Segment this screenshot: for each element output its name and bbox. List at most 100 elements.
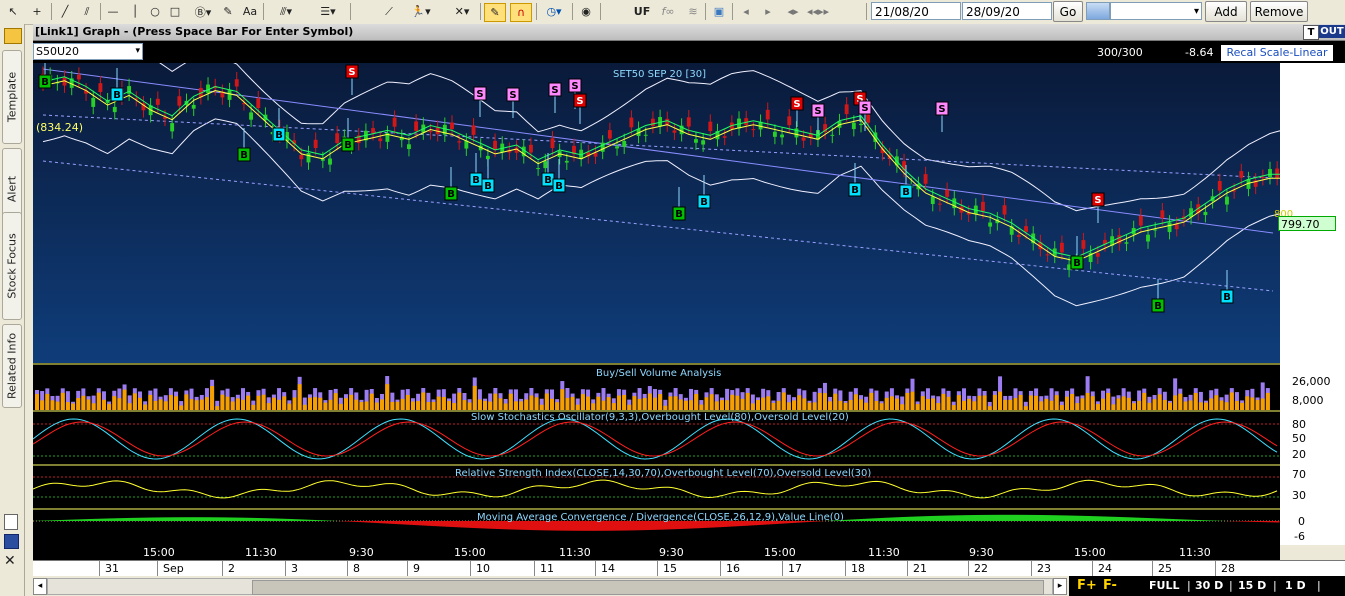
fibonacci-icon[interactable]: ⫻▾	[268, 3, 304, 20]
tab-template[interactable]: Template	[2, 50, 22, 144]
date-separator	[99, 561, 100, 577]
volume-bar-buy	[622, 394, 627, 410]
image-icon[interactable]: ▣	[709, 3, 729, 20]
rectangle-icon[interactable]: □	[166, 3, 184, 20]
out-button[interactable]: OUT	[1319, 25, 1345, 38]
hline-icon[interactable]: —	[104, 3, 122, 20]
time-tick: 11:30	[245, 546, 277, 559]
parallel-icon[interactable]: ⫽	[78, 3, 96, 20]
sell-signal-label: S	[476, 89, 483, 100]
candle-body	[414, 121, 419, 131]
date-tick: 17	[788, 562, 802, 575]
candle-body	[1067, 264, 1072, 270]
trendline-icon[interactable]: ⟋	[378, 3, 400, 20]
template-select[interactable]: ▾	[1110, 2, 1202, 20]
pan-icon[interactable]: ◂▸	[783, 3, 803, 20]
close-icon[interactable]: ✕	[4, 554, 18, 568]
volume-bar-buy	[709, 394, 714, 410]
date-tick: Sep	[163, 562, 184, 575]
add-button[interactable]: Add	[1205, 1, 1247, 22]
from-date-input[interactable]: 21/08/20	[871, 2, 961, 20]
tab-related-info[interactable]: Related Info	[2, 324, 22, 408]
arrow-left-icon[interactable]: ◂	[737, 3, 755, 20]
arrow-right-icon[interactable]: ▸	[759, 3, 777, 20]
f-plus-button[interactable]: F+	[1077, 578, 1097, 593]
volume-bar-buy	[261, 394, 266, 410]
rsi-tick-30: 30	[1292, 489, 1306, 502]
volume-bar-buy	[65, 402, 70, 410]
new-doc-icon[interactable]	[4, 514, 18, 530]
15d-button[interactable]: 15 D	[1238, 579, 1266, 592]
delete-pen-icon[interactable]: ✎	[219, 3, 237, 20]
magnet-icon[interactable]: ∩	[510, 3, 532, 22]
figure-icon[interactable]: 🏃▾	[404, 3, 438, 20]
horizontal-scrollbar[interactable]	[47, 578, 1053, 595]
volume-bar-buy	[287, 403, 292, 410]
volume-bar-buy	[179, 405, 184, 410]
volume-bar-buy	[71, 403, 76, 410]
volume-bar-buy	[390, 401, 395, 410]
scroll-right-icon[interactable]: ▸	[1053, 578, 1067, 595]
color-swatch[interactable]	[1086, 2, 1110, 20]
volume-bar-buy	[513, 401, 518, 410]
go-button[interactable]: Go	[1053, 1, 1083, 22]
buy-signal-label: B	[41, 77, 49, 88]
chevron-down-icon: ▾	[1193, 6, 1199, 17]
date-separator	[1152, 561, 1153, 577]
volume-bar-buy	[694, 393, 699, 410]
1d-button[interactable]: 1 D	[1285, 579, 1306, 592]
date-tick: 23	[1037, 562, 1051, 575]
volume-bar-buy	[925, 398, 930, 410]
remove-button[interactable]: Remove	[1250, 1, 1308, 22]
30d-button[interactable]: 30 D	[1195, 579, 1223, 592]
buy-signal-label: B	[902, 187, 910, 198]
full-button[interactable]: FULL	[1149, 579, 1179, 592]
zoom-icon[interactable]: ◂◂▸▸	[806, 3, 830, 20]
line-icon[interactable]: ╱	[56, 3, 74, 20]
t-button[interactable]: T	[1303, 25, 1319, 40]
save-icon[interactable]	[4, 534, 19, 549]
volume-bar-buy	[1121, 396, 1126, 410]
sell-signal-label: S	[551, 85, 558, 96]
chart-area[interactable]: BBBBBBBBBBBBBBBBBSSSSSSSSSSSS SET50 SEP …	[33, 63, 1280, 545]
time-tick: 11:30	[559, 546, 591, 559]
circle-icon[interactable]: ○	[146, 3, 164, 20]
f-minus-button[interactable]: F-	[1103, 578, 1117, 593]
change-value: -8.64	[1185, 46, 1214, 59]
vline-icon[interactable]: │	[126, 3, 144, 20]
buy-signal-label: B	[344, 140, 352, 151]
volume-bar-buy	[457, 392, 462, 410]
delete-icon[interactable]: ✕▾	[448, 3, 476, 20]
volume-bar-buy	[1111, 404, 1116, 410]
fx-button[interactable]: f∞	[656, 3, 680, 20]
stack-icon[interactable]: ≋	[683, 3, 703, 20]
to-date-input[interactable]: 28/09/20	[962, 2, 1052, 20]
cursor-icon[interactable]: ↖	[4, 3, 22, 20]
text-icon[interactable]: Aa	[240, 3, 260, 20]
scroll-left-icon[interactable]: ◂	[33, 578, 47, 595]
volume-bar-buy	[168, 394, 173, 410]
crosshair-icon[interactable]: +	[28, 3, 46, 20]
linestyle-icon[interactable]: ☰▾	[310, 3, 346, 20]
volume-bar-buy	[1065, 396, 1069, 410]
date-tick: 21	[913, 562, 927, 575]
globe-icon[interactable]: ◉	[576, 3, 596, 20]
scroll-thumb[interactable]	[252, 580, 1044, 595]
clock-icon[interactable]: ◷▾	[540, 3, 568, 20]
tab-stock-focus[interactable]: Stock Focus	[2, 212, 22, 320]
recal-scale-button[interactable]: Recal Scale-Linear	[1221, 45, 1333, 61]
copyright-icon[interactable]: Ⓑ▾	[190, 3, 216, 20]
uf-button[interactable]: UF	[630, 3, 654, 20]
volume-bar-buy	[241, 399, 245, 410]
volume-bar-buy	[822, 393, 827, 410]
time-axis: 15:00 11:30 9:30 15:00 11:30 9:30 15:00 11:30 9:…	[33, 545, 1280, 560]
symbol-select[interactable]: S50U20 ▾	[33, 43, 143, 60]
volume-bar-buy	[575, 404, 580, 410]
volume-bar-buy	[117, 398, 122, 410]
pencil-icon[interactable]: ✎	[484, 3, 506, 22]
date-separator	[595, 561, 596, 577]
chart-canvas[interactable]: BBBBBBBBBBBBB BBBBSS S S SS SSSS SS SET50 SEP …	[33, 63, 1280, 545]
volume-bar-buy	[472, 385, 477, 410]
volume-bar-buy	[101, 399, 106, 410]
folder-icon[interactable]	[4, 28, 22, 44]
